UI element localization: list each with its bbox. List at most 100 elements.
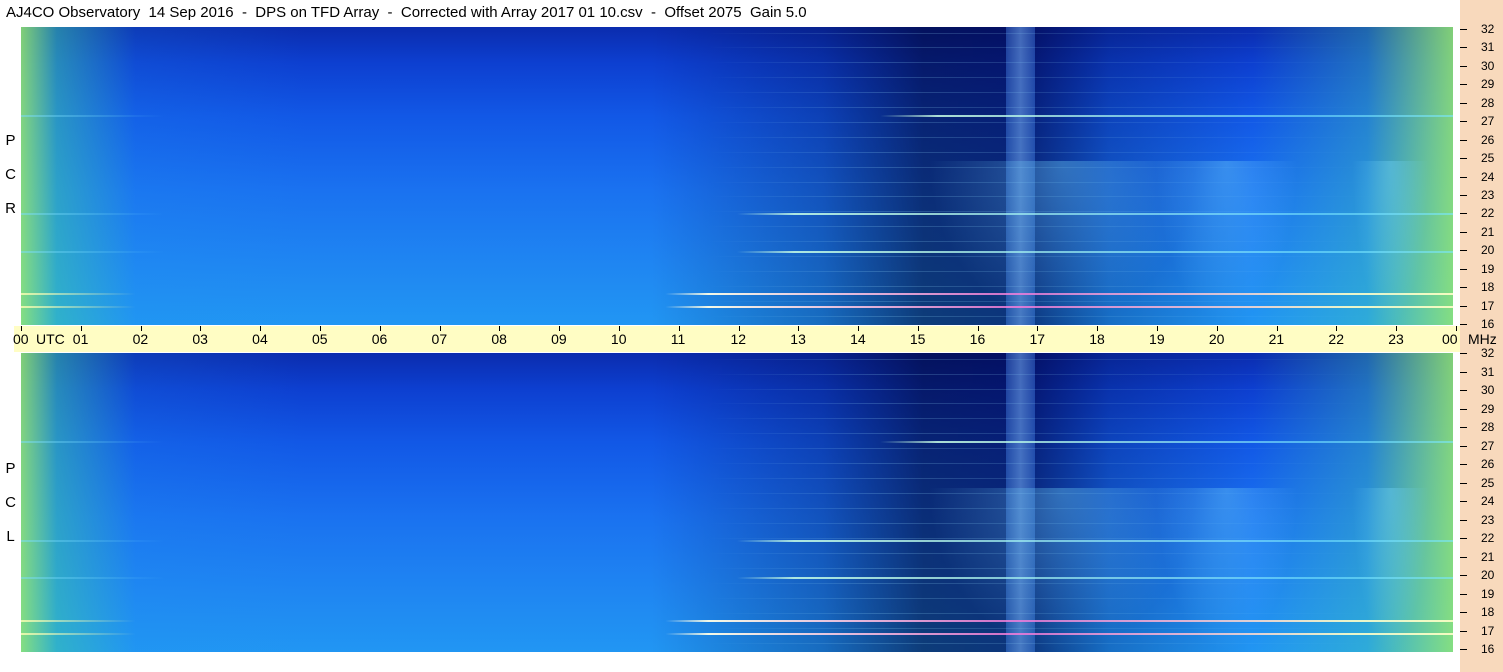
- texture-line: [21, 463, 1453, 465]
- utc-tick-label: 21: [1268, 331, 1285, 347]
- mhz-tick: [1460, 194, 1467, 196]
- ionospheric-trace: [1154, 487, 1298, 652]
- mhz-tick: [1460, 29, 1467, 30]
- utc-tick-label: 13: [790, 331, 806, 347]
- mhz-tick-label: 24: [1481, 169, 1495, 184]
- texture-line: [21, 478, 1453, 480]
- lcp-letter-p: P: [5, 460, 16, 477]
- utc-tick-label: 00: [1442, 331, 1458, 347]
- texture-line: [21, 92, 1453, 94]
- lcp-spectrogram: [21, 353, 1453, 652]
- mhz-tick-label: 29: [1481, 401, 1495, 416]
- mhz-tick: [1460, 445, 1467, 447]
- mhz-tick: [1460, 390, 1467, 391]
- mhz-tick: [1460, 121, 1467, 123]
- mhz-tick-label: 20: [1481, 568, 1495, 582]
- mhz-tick-label: 27: [1481, 438, 1495, 453]
- utc-tick-label: 23: [1388, 331, 1404, 347]
- mhz-tick: [1460, 305, 1467, 307]
- rcp-letter-c: C: [5, 166, 16, 183]
- mhz-tick-label: 21: [1481, 549, 1495, 564]
- mhz-tick: [1460, 65, 1467, 67]
- texture-line: [21, 358, 1453, 360]
- texture-line: [21, 107, 1453, 109]
- texture-line: [21, 32, 1453, 34]
- lcp-gutter: [0, 352, 21, 672]
- texture-line: [21, 136, 1453, 138]
- texture-line: [21, 151, 1453, 153]
- utc-tick-label: 03: [192, 331, 208, 347]
- mhz-tick-label: 27: [1481, 114, 1495, 129]
- mhz-tick: [1460, 139, 1467, 141]
- utc-tick-label: 16: [969, 331, 986, 347]
- mhz-tick: [1460, 630, 1467, 632]
- texture-line: [21, 47, 1453, 49]
- utc-tick-label: 19: [1149, 331, 1165, 347]
- mhz-tick: [1460, 371, 1467, 373]
- utc-tick-label: 20: [1208, 331, 1225, 347]
- utc-tick-label: 12: [730, 331, 747, 347]
- texture-line: [21, 373, 1453, 375]
- mhz-tick: [1460, 649, 1467, 650]
- utc-tick-label: 02: [132, 331, 149, 347]
- mhz-tick-label: 16: [1481, 642, 1495, 656]
- mhz-tick: [1460, 176, 1467, 178]
- utc-tick-label: 15: [909, 331, 926, 347]
- utc-tick-label: 10: [610, 331, 627, 347]
- mhz-tick-label: 21: [1481, 224, 1495, 239]
- mhz-tick: [1460, 501, 1467, 502]
- utc-tick-label: 14: [850, 331, 866, 347]
- rcp-spectrogram: [21, 27, 1453, 325]
- mhz-tick: [1460, 324, 1467, 325]
- mhz-tick-label: 31: [1481, 364, 1495, 379]
- mhz-tick-label: 30: [1481, 383, 1495, 397]
- lcp-letter-l: L: [6, 528, 15, 545]
- mhz-tick: [1460, 353, 1467, 354]
- mhz-tick: [1460, 213, 1467, 215]
- mhz-tick: [1460, 231, 1467, 233]
- utc-unit-label: UTC: [36, 331, 65, 347]
- utc-tick-label: 06: [371, 331, 388, 347]
- texture-line: [21, 418, 1453, 420]
- mhz-tick-label: 20: [1481, 243, 1495, 258]
- ionospheric-trace: [1154, 161, 1298, 325]
- texture-line: [21, 448, 1453, 450]
- mhz-tick: [1460, 482, 1467, 484]
- utc-tick-label: 18: [1089, 331, 1105, 347]
- mhz-tick-label: 17: [1481, 298, 1495, 313]
- texture-line: [21, 77, 1453, 79]
- mhz-tick: [1460, 84, 1467, 86]
- mhz-tick-label: 18: [1481, 605, 1495, 619]
- chart-title: AJ4CO Observatory 14 Sep 2016 - DPS on T…: [0, 0, 1460, 26]
- mhz-tick: [1460, 575, 1467, 576]
- mhz-tick: [1460, 612, 1467, 613]
- mhz-tick-label: 31: [1481, 40, 1495, 55]
- utc-tick-label: 08: [491, 331, 507, 347]
- mhz-unit-label: MHz: [1468, 331, 1497, 347]
- mhz-tick: [1460, 556, 1467, 558]
- texture-line: [21, 388, 1453, 390]
- utc-tick-label: 11: [670, 331, 686, 347]
- mhz-tick: [1460, 158, 1467, 160]
- mhz-tick-label: 25: [1481, 151, 1495, 166]
- mhz-tick: [1460, 408, 1467, 410]
- utc-tick-label: 05: [311, 331, 328, 347]
- utc-tick-label: 09: [551, 331, 567, 347]
- rcp-letter-p: P: [5, 132, 16, 149]
- mhz-tick: [1460, 102, 1467, 104]
- mhz-tick: [1460, 47, 1467, 49]
- utc-tick-label: 22: [1328, 331, 1344, 347]
- mhz-tick: [1460, 287, 1467, 289]
- mhz-tick: [1460, 250, 1467, 252]
- texture-line: [21, 433, 1453, 435]
- mhz-tick: [1460, 538, 1467, 539]
- lcp-letter-c: C: [5, 494, 16, 511]
- mhz-tick-label: 19: [1481, 586, 1495, 601]
- texture-line: [21, 403, 1453, 405]
- mhz-tick-label: 25: [1481, 475, 1495, 490]
- mhz-tick: [1460, 268, 1467, 270]
- mhz-tick-label: 26: [1481, 132, 1495, 147]
- mhz-tick-label: 22: [1481, 206, 1495, 221]
- interference-line: [21, 440, 1453, 443]
- utc-tick-label: 04: [252, 331, 268, 347]
